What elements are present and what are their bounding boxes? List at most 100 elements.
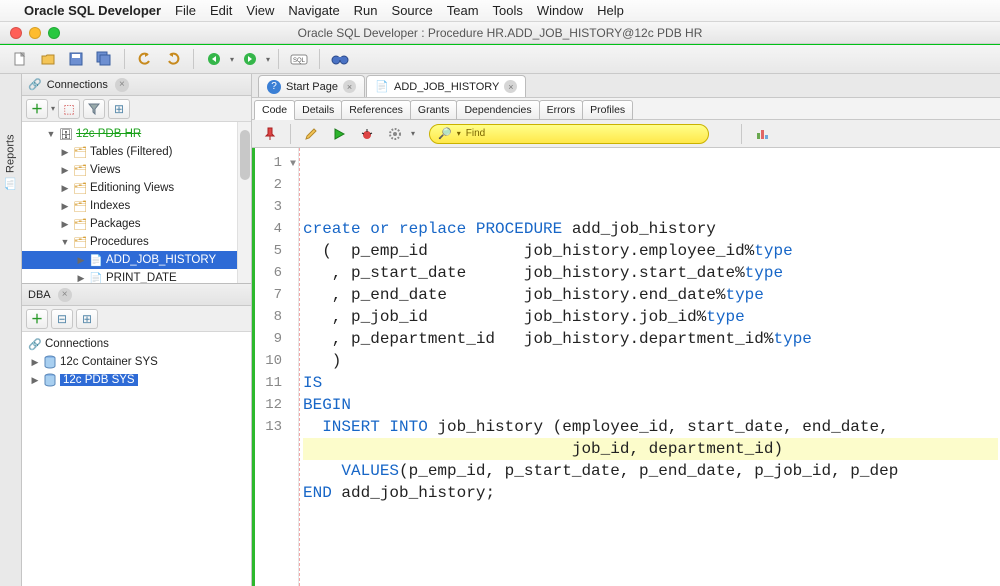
tree-row[interactable]: ▶12c Container SYS: [22, 353, 251, 371]
minimize-window-button[interactable]: [29, 27, 41, 39]
run-icon[interactable]: [327, 123, 351, 145]
fold-icon[interactable]: ▼: [290, 154, 296, 176]
subtab-details[interactable]: Details: [294, 100, 342, 120]
tree-row-root[interactable]: ▼ 🗄 12c PDB HR: [22, 125, 251, 143]
collapse-icon[interactable]: ▼: [60, 237, 70, 247]
menu-edit[interactable]: Edit: [210, 3, 232, 18]
code-line[interactable]: create or replace PROCEDURE add_job_hist…: [303, 218, 998, 240]
menu-help[interactable]: Help: [597, 3, 624, 18]
expand-icon[interactable]: ▶: [60, 201, 70, 212]
close-window-button[interactable]: [10, 27, 22, 39]
code-surface[interactable]: create or replace PROCEDURE add_job_hist…: [299, 148, 1000, 586]
dba-btn-3[interactable]: ⊞: [76, 309, 98, 329]
code-line[interactable]: BEGIN: [303, 394, 998, 416]
expand-icon[interactable]: ▶: [76, 273, 86, 284]
tree-row[interactable]: ▼🗂Procedures: [22, 233, 251, 251]
code-editor[interactable]: ▼ 12345678910111213 create or replace PR…: [252, 148, 1000, 586]
tab-add-job-history[interactable]: 📄 ADD_JOB_HISTORY ×: [366, 75, 526, 97]
subtab-grants[interactable]: Grants: [410, 100, 458, 120]
line-number: 8: [255, 306, 282, 328]
code-line[interactable]: ): [303, 350, 998, 372]
expand-icon[interactable]: ▶: [30, 357, 40, 368]
db-icon: 🗄: [59, 127, 73, 141]
menu-window[interactable]: Window: [537, 3, 583, 18]
expand-icon[interactable]: ▶: [60, 183, 70, 194]
close-icon[interactable]: ×: [343, 80, 356, 93]
add-button[interactable]: ＋: [26, 309, 48, 329]
connections-tree[interactable]: ▼ 🗄 12c PDB HR ▶🗂Tables (Filtered)▶🗂View…: [22, 122, 251, 283]
close-icon[interactable]: ×: [115, 78, 129, 92]
menu-source[interactable]: Source: [392, 3, 433, 18]
subtab-code[interactable]: Code: [254, 100, 295, 120]
gear-icon[interactable]: [383, 123, 407, 145]
tree-row[interactable]: ▶🗂Tables (Filtered): [22, 143, 251, 161]
new-icon[interactable]: [8, 48, 32, 70]
code-line[interactable]: , p_start_date job_history.start_date%ty…: [303, 262, 998, 284]
tree-row[interactable]: ▶🗂Editioning Views: [22, 179, 251, 197]
dba-panel-header[interactable]: DBA ×: [22, 284, 251, 306]
scrollbar[interactable]: [237, 122, 251, 283]
code-line[interactable]: , p_department_id job_history.department…: [303, 328, 998, 350]
tree-row[interactable]: ▶🗂Indexes: [22, 197, 251, 215]
expand-icon[interactable]: ▶: [60, 165, 70, 176]
dba-tree[interactable]: 🔗 Connections ▶12c Container SYS▶12c PDB…: [22, 332, 251, 586]
subtab-dependencies[interactable]: Dependencies: [456, 100, 539, 120]
code-line[interactable]: ( p_emp_id job_history.employee_id%type: [303, 240, 998, 262]
menu-navigate[interactable]: Navigate: [288, 3, 339, 18]
close-icon[interactable]: ×: [504, 80, 517, 93]
subtab-errors[interactable]: Errors: [539, 100, 584, 120]
code-line[interactable]: , p_job_id job_history.job_id%type: [303, 306, 998, 328]
pin-icon[interactable]: [258, 123, 282, 145]
tree-row[interactable]: ▶📄PRINT_DATE: [22, 269, 251, 283]
profile-icon[interactable]: [750, 123, 774, 145]
expand-icon[interactable]: ▶: [60, 147, 70, 158]
procedure-icon: 📄: [89, 253, 103, 267]
sql-icon[interactable]: SQL: [287, 48, 311, 70]
fwd-nav-icon[interactable]: [238, 48, 262, 70]
filter-icon[interactable]: [83, 99, 105, 119]
menu-team[interactable]: Team: [447, 3, 479, 18]
binoculars-icon[interactable]: [328, 48, 352, 70]
menu-tools[interactable]: Tools: [493, 3, 523, 18]
menu-run[interactable]: Run: [354, 3, 378, 18]
open-icon[interactable]: [36, 48, 60, 70]
code-line[interactable]: , p_end_date job_history.end_date%type: [303, 284, 998, 306]
code-line[interactable]: job_id, department_id): [303, 438, 998, 460]
menu-view[interactable]: View: [246, 3, 274, 18]
subtab-references[interactable]: References: [341, 100, 411, 120]
dba-toolbar: ＋ ⊟ ⊞: [22, 306, 251, 332]
tree-row[interactable]: 🔗 Connections: [22, 335, 251, 353]
find-input[interactable]: 🔎 ▾ Find: [429, 124, 709, 144]
connections-panel-header[interactable]: 🔗 Connections ×: [22, 74, 251, 96]
debug-icon[interactable]: [355, 123, 379, 145]
redo-icon[interactable]: [161, 48, 185, 70]
save-icon[interactable]: [64, 48, 88, 70]
close-icon[interactable]: ×: [58, 288, 72, 302]
code-line[interactable]: IS: [303, 372, 998, 394]
expand-icon[interactable]: ▶: [30, 375, 40, 386]
expand-icon[interactable]: ▶: [76, 255, 86, 266]
code-line[interactable]: INSERT INTO job_history (employee_id, st…: [303, 416, 998, 438]
save-all-icon[interactable]: [92, 48, 116, 70]
expand-icon[interactable]: ▶: [60, 219, 70, 230]
app-name[interactable]: Oracle SQL Developer: [24, 3, 161, 18]
code-line[interactable]: END add_job_history;: [303, 482, 998, 504]
back-nav-icon[interactable]: [202, 48, 226, 70]
edit-icon[interactable]: [299, 123, 323, 145]
code-line[interactable]: VALUES(p_emp_id, p_start_date, p_end_dat…: [303, 460, 998, 482]
dba-btn-2[interactable]: ⊟: [51, 309, 73, 329]
toolbar-btn-4[interactable]: ⊞: [108, 99, 130, 119]
reports-sidebar-tab[interactable]: 📄Reports: [0, 74, 22, 586]
toolbar-btn-2[interactable]: ⬚: [58, 99, 80, 119]
subtab-profiles[interactable]: Profiles: [582, 100, 633, 120]
tree-row[interactable]: ▶📄ADD_JOB_HISTORY: [22, 251, 251, 269]
new-connection-button[interactable]: ＋: [26, 99, 48, 119]
tree-row[interactable]: ▶🗂Views: [22, 161, 251, 179]
collapse-icon[interactable]: ▼: [46, 129, 56, 139]
tree-row[interactable]: ▶12c PDB SYS: [22, 371, 251, 389]
tree-row[interactable]: ▶🗂Packages: [22, 215, 251, 233]
tab-start-page[interactable]: ? Start Page ×: [258, 75, 365, 97]
menu-file[interactable]: File: [175, 3, 196, 18]
zoom-window-button[interactable]: [48, 27, 60, 39]
undo-icon[interactable]: [133, 48, 157, 70]
